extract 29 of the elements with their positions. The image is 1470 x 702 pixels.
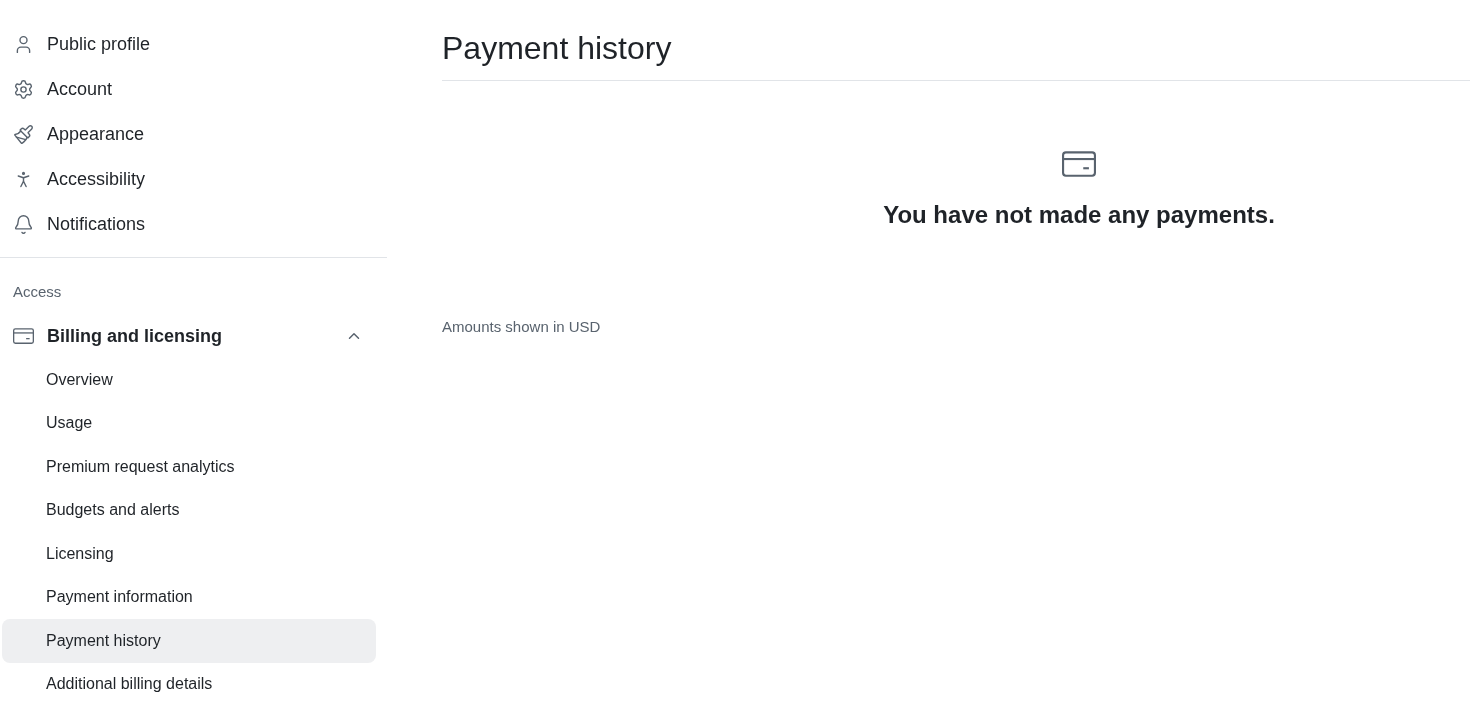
sidebar-item-label: Appearance bbox=[47, 124, 145, 145]
sidebar-item[interactable]: Notifications bbox=[2, 202, 376, 247]
bell-icon bbox=[13, 214, 34, 235]
sidebar-item-label: Account bbox=[47, 79, 113, 100]
settings-icon bbox=[13, 79, 34, 100]
group-label: Billing and licensing bbox=[47, 325, 223, 347]
credit-card-icon bbox=[1062, 151, 1096, 177]
sidebar-item[interactable]: Account bbox=[2, 67, 376, 112]
section-heading: Access bbox=[13, 282, 62, 302]
sidebar-subitem[interactable]: Payment history bbox=[2, 619, 376, 663]
sidebar-item[interactable]: Appearance bbox=[2, 112, 376, 157]
sidebar-subitem[interactable]: Payment information bbox=[2, 575, 376, 619]
sidebar-item-label: Public profile bbox=[47, 34, 151, 55]
sidebar-subitem[interactable]: Premium request analytics bbox=[2, 445, 376, 489]
sidebar-item[interactable]: Accessibility bbox=[2, 157, 376, 202]
sidebar-subitem[interactable]: Usage bbox=[2, 401, 376, 445]
sidebar-subitem[interactable]: Licensing bbox=[2, 532, 376, 576]
sidebar-item-label: Notifications bbox=[47, 214, 146, 235]
sidebar-subitem[interactable]: Budgets and alerts bbox=[2, 488, 376, 532]
page-title: Payment history bbox=[442, 29, 672, 68]
empty-state-message: You have not made any payments. bbox=[883, 200, 1275, 230]
sidebar-item-label: Accessibility bbox=[47, 169, 146, 190]
currency-note: Amounts shown in USD bbox=[442, 317, 601, 337]
paintbrush-icon bbox=[13, 124, 34, 145]
sidebar-item[interactable]: Public profile bbox=[2, 22, 376, 67]
billing-group-toggle[interactable]: Billing and licensing bbox=[2, 314, 376, 358]
sidebar-subitem[interactable]: Overview bbox=[2, 358, 376, 402]
credit-card-icon bbox=[13, 328, 34, 344]
sidebar-subitem[interactable]: Additional billing details bbox=[2, 662, 376, 702]
